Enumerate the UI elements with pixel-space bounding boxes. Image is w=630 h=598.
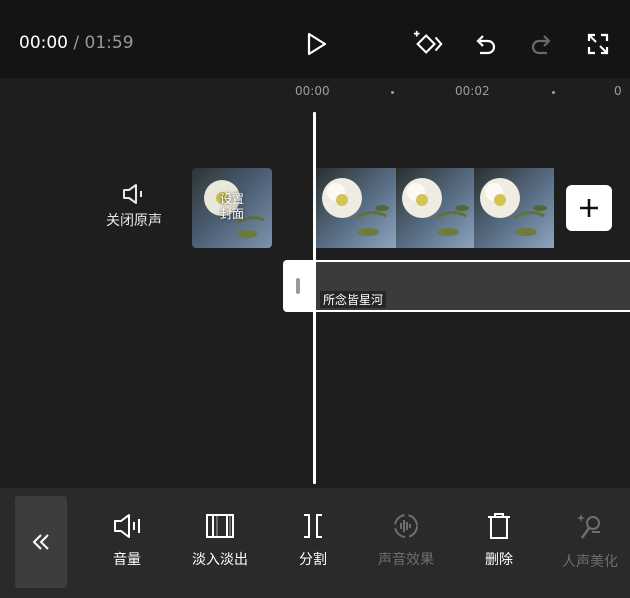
mute-original-audio-button[interactable]: 关闭原声 xyxy=(96,182,172,230)
delete-icon xyxy=(488,513,510,539)
voice-effect-icon xyxy=(394,514,418,538)
time-separator: / xyxy=(68,33,85,53)
play-button[interactable] xyxy=(300,28,332,60)
tool-label: 删除 xyxy=(485,552,513,568)
ruler-dot xyxy=(552,91,555,94)
playhead[interactable] xyxy=(313,112,316,484)
ruler-label: 00:02 xyxy=(455,84,490,98)
vocal-enhance-icon xyxy=(577,514,600,539)
tool-label: 人声美化 xyxy=(562,554,618,570)
flower-thumbnail xyxy=(396,168,476,248)
tool-voice-effect[interactable]: 声音效果 xyxy=(361,512,451,569)
tool-label: 分割 xyxy=(299,552,327,568)
audio-trim-handle[interactable] xyxy=(283,260,315,312)
add-clip-button[interactable] xyxy=(566,185,612,231)
split-icon xyxy=(304,514,322,538)
plus-icon xyxy=(580,199,598,217)
tool-label: 淡入淡出 xyxy=(192,552,248,568)
flower-thumbnail xyxy=(474,168,554,248)
ruler-dot xyxy=(391,91,394,94)
video-frame[interactable] xyxy=(316,168,396,248)
fade-icon xyxy=(206,514,234,538)
ruler-label-clipped: 0 xyxy=(614,84,622,98)
total-time: 01:59 xyxy=(84,33,134,53)
audio-track[interactable]: 所念皆星河 xyxy=(283,260,630,312)
ruler-label: 00:00 xyxy=(295,84,330,98)
tool-split[interactable]: 分割 xyxy=(268,512,358,569)
redo-button[interactable] xyxy=(526,28,558,60)
tool-label: 声音效果 xyxy=(378,552,434,568)
video-frame[interactable] xyxy=(396,168,476,248)
collapse-back-button[interactable] xyxy=(15,496,67,588)
tool-delete[interactable]: 删除 xyxy=(454,512,544,569)
top-bar: 00:00 / 01:59 xyxy=(0,0,630,78)
video-frame[interactable] xyxy=(474,168,554,248)
tool-vocal-enhance[interactable]: 人声美化 xyxy=(545,512,630,571)
fullscreen-icon xyxy=(587,33,609,55)
mute-label: 关闭原声 xyxy=(106,213,162,229)
volume-icon xyxy=(114,514,140,538)
keyframe-button[interactable] xyxy=(412,28,444,60)
cover-label: 设置 封面 xyxy=(219,192,244,221)
tool-label: 音量 xyxy=(113,552,141,568)
speaker-icon xyxy=(123,184,142,204)
tool-volume[interactable]: 音量 xyxy=(82,512,172,569)
tool-fade[interactable]: 淡入淡出 xyxy=(175,512,265,569)
undo-icon xyxy=(476,35,496,55)
redo-icon xyxy=(531,35,551,55)
current-time: 00:00 xyxy=(19,33,68,53)
set-cover-button[interactable]: 设置 封面 xyxy=(192,168,272,248)
audio-clip[interactable]: 所念皆星河 xyxy=(315,260,630,312)
time-display: 00:00 / 01:59 xyxy=(19,33,134,53)
fullscreen-button[interactable] xyxy=(582,28,614,60)
grip-icon xyxy=(296,278,300,294)
bottom-toolbar: 音量 淡入淡出 分割 声音效果 删除 人声美化 xyxy=(0,488,630,598)
double-chevron-left-icon xyxy=(32,534,49,550)
audio-clip-name: 所念皆星河 xyxy=(320,291,387,308)
undo-button[interactable] xyxy=(469,28,501,60)
timeline-area[interactable]: 00:00 00:02 0 关闭原声 设置 封面 所念皆星河 xyxy=(0,78,630,488)
flower-thumbnail xyxy=(316,168,396,248)
keyframe-icon xyxy=(413,30,443,54)
play-icon xyxy=(307,32,327,56)
